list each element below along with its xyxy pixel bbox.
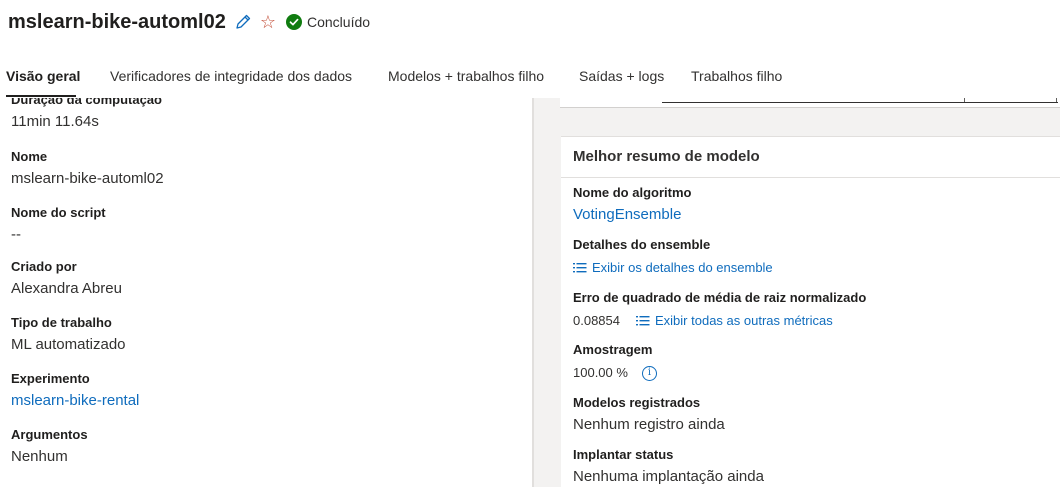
field-algorithm: Nome do algoritmo VotingEnsemble bbox=[573, 185, 691, 225]
sampling-value: 100.00 % bbox=[573, 365, 628, 380]
card-rule bbox=[1056, 98, 1057, 102]
card-field: Exibir os detalhes do ensemble bbox=[573, 258, 773, 280]
card-title: Melhor resumo de modelo bbox=[573, 148, 760, 165]
tab-bar: Visão geral Verificadores de integridade… bbox=[0, 58, 1060, 98]
check-circle-icon bbox=[286, 14, 302, 30]
field-label: Implantar status bbox=[573, 447, 674, 462]
all-metrics-link-label: Exibir todas as outras métricas bbox=[655, 313, 833, 328]
field-experiment: Experimento mslearn-bike-rental bbox=[11, 371, 139, 411]
field-registered-models: Modelos registrados Nenhum registro aind… bbox=[573, 395, 725, 435]
field-label: Amostragem bbox=[573, 342, 653, 357]
field-job-type: Tipo de trabalho ML automatizado bbox=[11, 315, 126, 355]
card-field: 100.00 % i bbox=[573, 363, 657, 383]
field-sampling: Amostragem 100.00 % i bbox=[573, 342, 657, 383]
tab-child-jobs[interactable]: Trabalhos filho bbox=[691, 68, 782, 84]
field-label: Modelos registrados bbox=[573, 395, 701, 410]
field-label: Nome bbox=[11, 149, 48, 164]
card-field: 0.08854 Exibir todas as outras métricas bbox=[573, 311, 866, 331]
info-icon[interactable]: i bbox=[641, 365, 657, 381]
field-label: Nome do algoritmo bbox=[573, 185, 692, 200]
status-badge: Concluído bbox=[286, 14, 370, 30]
field-value: Alexandra Abreu bbox=[11, 280, 122, 297]
experiment-link[interactable]: mslearn-bike-rental bbox=[11, 391, 139, 411]
field-name: Nome mslearn-bike-automl02 bbox=[11, 149, 164, 189]
field-arguments: Argumentos Nenhum bbox=[11, 427, 88, 467]
field-nrmse: Erro de quadrado de média de raiz normal… bbox=[573, 290, 866, 331]
card-rule bbox=[662, 102, 1058, 103]
ensemble-details-link[interactable]: Exibir os detalhes do ensemble bbox=[573, 258, 773, 278]
tab-overview[interactable]: Visão geral bbox=[6, 68, 80, 84]
field-script-name: Nome do script -- bbox=[11, 205, 106, 245]
field-ensemble: Detalhes do ensemble Exibir os detalhes … bbox=[573, 237, 773, 280]
card-rule bbox=[964, 98, 965, 102]
pencil-icon[interactable] bbox=[234, 13, 252, 31]
nrmse-value: 0.08854 bbox=[573, 313, 620, 328]
field-value: 11min 11.64s bbox=[11, 113, 99, 130]
list-icon bbox=[573, 262, 587, 274]
best-model-summary-card: Melhor resumo de modelo Nome do algoritm… bbox=[561, 136, 1060, 487]
field-label: Detalhes do ensemble bbox=[573, 237, 711, 252]
all-metrics-link[interactable]: Exibir todas as outras métricas bbox=[636, 311, 833, 331]
field-label: Experimento bbox=[11, 371, 90, 386]
page-header: mslearn-bike-automl02 ☆ Concluído Visão … bbox=[0, 0, 1060, 98]
algorithm-link[interactable]: VotingEnsemble bbox=[573, 205, 691, 225]
page-title: mslearn-bike-automl02 bbox=[8, 10, 226, 33]
list-icon bbox=[636, 315, 650, 327]
field-value: Nenhum bbox=[11, 448, 68, 465]
previous-card-edge bbox=[560, 98, 1060, 108]
field-value: Nenhum registro ainda bbox=[573, 416, 725, 433]
field-deploy-status: Implantar status Nenhuma implantação ain… bbox=[573, 447, 764, 487]
status-label: Concluído bbox=[307, 14, 371, 30]
active-tab-indicator bbox=[6, 95, 76, 97]
details-pane[interactable]: Duração da computação 11min 11.64s Nome … bbox=[0, 98, 532, 487]
card-divider bbox=[561, 177, 1060, 178]
field-label: Duração da computação bbox=[11, 98, 162, 107]
field-value: Nenhuma implantação ainda bbox=[573, 468, 764, 485]
ensemble-link-label: Exibir os detalhes do ensemble bbox=[592, 260, 773, 275]
tab-data-guardrails[interactable]: Verificadores de integridade dos dados bbox=[110, 68, 352, 84]
field-created-by: Criado por Alexandra Abreu bbox=[11, 259, 122, 299]
summary-pane[interactable]: Melhor resumo de modelo Nome do algoritm… bbox=[534, 98, 1060, 487]
field-value: -- bbox=[11, 226, 21, 243]
field-label: Criado por bbox=[11, 259, 77, 274]
field-label: Tipo de trabalho bbox=[11, 315, 112, 330]
field-label: Nome do script bbox=[11, 205, 106, 220]
field-label: Argumentos bbox=[11, 427, 88, 442]
field-value: ML automatizado bbox=[11, 336, 126, 353]
tab-outputs-logs[interactable]: Saídas + logs bbox=[579, 68, 664, 84]
star-icon[interactable]: ☆ bbox=[260, 13, 276, 31]
title-row: mslearn-bike-automl02 ☆ Concluído bbox=[8, 8, 370, 36]
field-value: mslearn-bike-automl02 bbox=[11, 170, 164, 187]
field-compute-duration: Duração da computação 11min 11.64s bbox=[11, 98, 162, 132]
field-label: Erro de quadrado de média de raiz normal… bbox=[573, 290, 867, 305]
tab-models-child-jobs[interactable]: Modelos + trabalhos filho bbox=[388, 68, 544, 84]
